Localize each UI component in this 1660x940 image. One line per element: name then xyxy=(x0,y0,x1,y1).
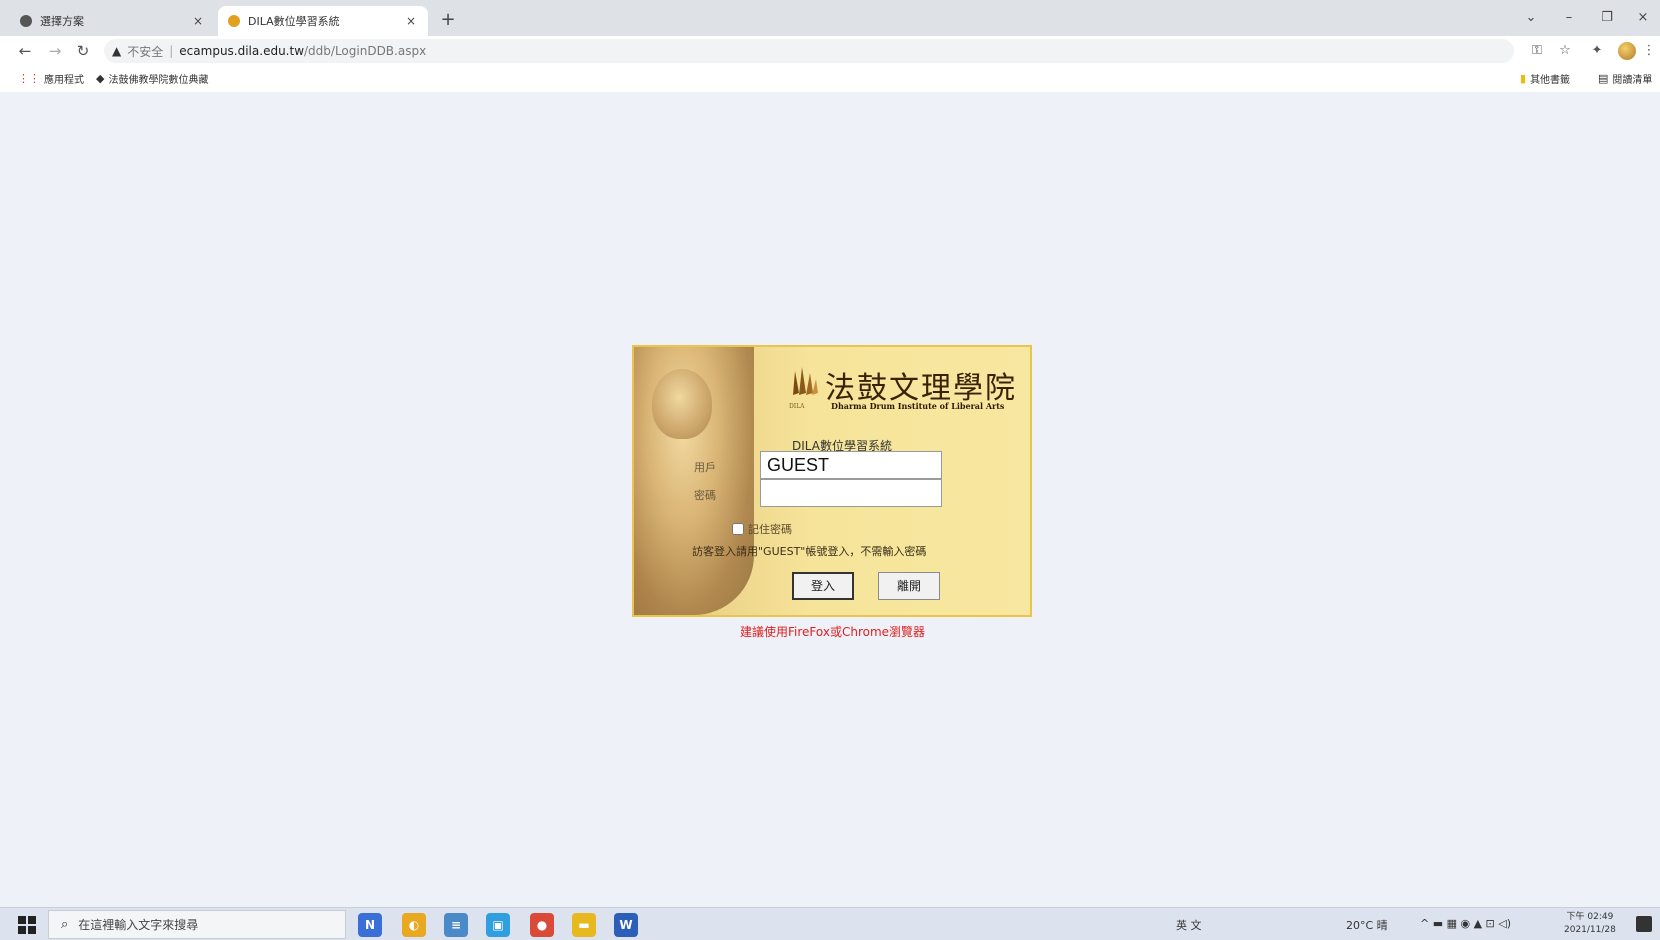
remember-password-label: 記住密碼 xyxy=(748,523,792,536)
logo-english-name: Dharma Drum Institute of Liberal Arts xyxy=(831,401,1005,411)
tab-title: DILA數位學習系統 xyxy=(248,15,340,28)
address-path: /ddb/LoginDDB.aspx xyxy=(304,44,427,58)
word-taskbar-icon[interactable]: W xyxy=(614,913,638,937)
forward-button[interactable]: → xyxy=(44,40,66,62)
bookmark-label: 應用程式 xyxy=(44,75,84,86)
tab-close-icon[interactable]: × xyxy=(404,14,418,28)
tab-close-icon[interactable]: × xyxy=(191,14,205,28)
weather-widget[interactable]: 20°C 晴 xyxy=(1346,917,1388,933)
username-input[interactable] xyxy=(760,451,942,479)
tab-search-icon[interactable]: ⌄ xyxy=(1514,6,1548,30)
file-explorer-taskbar-icon[interactable]: ▬ xyxy=(572,913,596,937)
taskbar-clock[interactable]: 下午 02:49 2021/11/28 xyxy=(1564,911,1616,937)
password-label: 密碼 xyxy=(694,489,716,502)
tab-strip: 選擇方案 × DILA數位學習系統 × + ⌄ – ❐ × xyxy=(0,0,1660,36)
profile-avatar[interactable] xyxy=(1618,42,1636,60)
tab-active[interactable]: DILA數位學習系統 × xyxy=(218,6,428,36)
login-panel: DILA 法鼓文理學院 Dharma Drum Institute of Lib… xyxy=(632,345,1032,617)
username-label: 用戶 xyxy=(694,461,716,474)
tab-favicon-icon xyxy=(228,15,240,27)
bookmark-item[interactable]: ◆ 法鼓佛教學院數位典藏 xyxy=(96,71,208,86)
minimize-button[interactable]: – xyxy=(1552,6,1586,30)
address-separator: | xyxy=(169,44,174,58)
not-secure-label: 不安全 xyxy=(127,44,164,59)
windows-start-icon[interactable] xyxy=(18,916,36,934)
bookmark-favicon-icon: ◆ xyxy=(96,72,105,85)
bookmark-apps[interactable]: ⋮⋮ 應用程式 xyxy=(18,71,84,86)
close-window-button[interactable]: × xyxy=(1626,6,1660,30)
tab-title: 選擇方案 xyxy=(40,15,84,28)
extensions-icon[interactable]: ✦ xyxy=(1588,42,1606,60)
input-method-indicator[interactable]: 英 ⽂ xyxy=(1176,917,1202,933)
browser-menu-icon[interactable]: ⋮ xyxy=(1640,42,1658,60)
browser-recommendation: 建議使用FireFox或Chrome瀏覽器 xyxy=(740,625,926,639)
taskbar-app-icon[interactable]: ▣ xyxy=(486,913,510,937)
dila-logo-mark-icon xyxy=(793,367,818,395)
taskbar: ⌕ 在這裡輸入文字來搜尋 N ◐ ≡ ▣ ● ▬ W 英 ⽂ 20°C 晴 ^ … xyxy=(0,907,1660,940)
reading-list-icon: ▤ xyxy=(1598,72,1609,85)
notification-center-icon[interactable] xyxy=(1636,916,1652,932)
bookmark-label: 其他書籤 xyxy=(1530,75,1571,86)
remember-password[interactable]: 記住密碼 xyxy=(732,521,792,537)
address-host: ecampus.dila.edu.tw xyxy=(179,44,305,58)
buddha-image xyxy=(634,347,754,615)
login-button[interactable]: 登入 xyxy=(792,572,854,600)
buddha-head xyxy=(652,369,712,439)
taskbar-search[interactable]: ⌕ 在這裡輸入文字來搜尋 xyxy=(48,910,346,939)
apps-grid-icon: ⋮⋮ xyxy=(18,72,40,85)
bookmarks-bar: ⋮⋮ 應用程式 ◆ 法鼓佛教學院數位典藏 ▮ 其他書籤 ▤ 閱讀清單 xyxy=(0,66,1660,92)
taskbar-app-icon[interactable]: N xyxy=(358,913,382,937)
clock-date: 2021/11/28 xyxy=(1564,925,1616,935)
bookmark-label: 法鼓佛教學院數位典藏 xyxy=(108,75,209,86)
browser-toolbar: ← → ↻ ▲ 不安全 | ecampus.dila.edu.tw /ddb/L… xyxy=(0,36,1660,66)
guest-hint: 訪客登入請用"GUEST"帳號登入，不需輸入密碼 xyxy=(692,545,927,558)
other-bookmarks[interactable]: ▮ 其他書籤 xyxy=(1520,71,1570,86)
taskbar-app-icon[interactable]: ≡ xyxy=(444,913,468,937)
reload-button[interactable]: ↻ xyxy=(72,40,94,62)
restore-button[interactable]: ❐ xyxy=(1590,6,1624,30)
logo-abbreviation: DILA xyxy=(789,403,805,410)
taskbar-search-placeholder: 在這裡輸入文字來搜尋 xyxy=(78,918,199,932)
reading-list[interactable]: ▤ 閱讀清單 xyxy=(1598,71,1652,86)
system-tray-icons[interactable]: ^ ▬ ▦ ◉ ▲ ⊡ ◁) xyxy=(1420,917,1511,930)
tab-inactive[interactable]: 選擇方案 × xyxy=(10,6,215,36)
bookmark-star-icon[interactable]: ☆ xyxy=(1556,42,1574,60)
bookmark-label: 閱讀清單 xyxy=(1612,75,1653,86)
leave-button[interactable]: 離開 xyxy=(878,572,940,600)
folder-icon: ▮ xyxy=(1520,72,1527,85)
remember-password-checkbox[interactable] xyxy=(732,523,744,535)
password-input[interactable] xyxy=(760,479,942,507)
address-bar[interactable]: ▲ 不安全 | ecampus.dila.edu.tw /ddb/LoginDD… xyxy=(104,39,1514,63)
chrome-taskbar-icon[interactable]: ● xyxy=(530,913,554,937)
tab-favicon-icon xyxy=(20,15,32,27)
back-button[interactable]: ← xyxy=(14,40,36,62)
taskbar-app-icon[interactable]: ◐ xyxy=(402,913,426,937)
new-tab-button[interactable]: + xyxy=(436,8,460,32)
dila-logo: DILA 法鼓文理學院 Dharma Drum Institute of Lib… xyxy=(789,365,1019,413)
search-icon: ⌕ xyxy=(61,917,69,932)
password-key-icon[interactable]: ⚿ xyxy=(1528,42,1546,60)
clock-time: 下午 02:49 xyxy=(1566,912,1614,922)
not-secure-icon[interactable]: ▲ xyxy=(112,44,121,58)
